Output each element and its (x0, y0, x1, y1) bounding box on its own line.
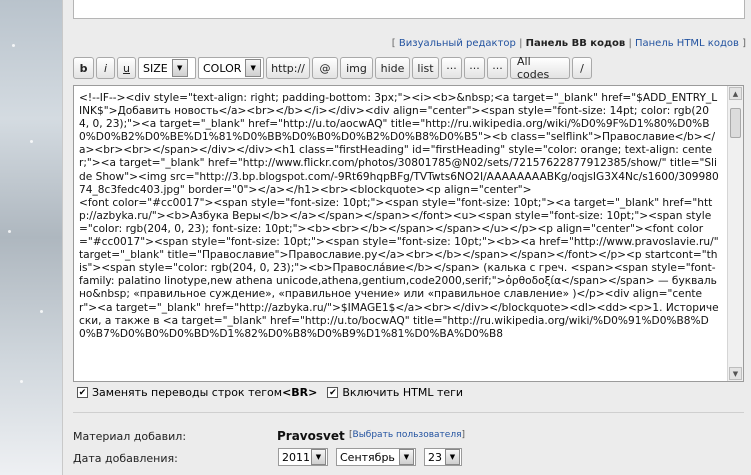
author-name: Pravosvet (277, 429, 345, 443)
enable-html-checkbox[interactable]: ✔ (327, 387, 339, 398)
chevron-down-icon: ▼ (445, 449, 460, 465)
section-divider (73, 412, 744, 413)
snowflake-decoration (40, 310, 43, 313)
replace-newlines-label: Заменять переводы строк тегом (92, 386, 283, 399)
year-select[interactable]: 2011 ▼ (278, 448, 328, 466)
list-button[interactable]: list (412, 57, 439, 79)
scroll-thumb[interactable] (730, 108, 741, 138)
day-select[interactable]: 23 ▼ (424, 448, 462, 466)
editor-mode-links: [ Визуальный редактор | Панель BB кодов … (391, 38, 746, 49)
snowflake-decoration (8, 230, 11, 233)
html-codes-link[interactable]: Панель HTML кодов (635, 38, 739, 49)
italic-button[interactable]: i (96, 57, 115, 79)
snowflake-decoration (30, 140, 33, 143)
scroll-down-icon[interactable]: ▼ (729, 367, 742, 380)
options-row: ✔ Заменять переводы строк тегом <BR> ✔ В… (77, 386, 473, 399)
chevron-down-icon: ▼ (399, 449, 414, 465)
enable-html-option[interactable]: ✔ Включить HTML теги (327, 386, 463, 399)
underline-button[interactable]: u (117, 57, 136, 79)
bold-button[interactable]: b (73, 57, 94, 79)
email-button[interactable]: @ (312, 57, 338, 79)
chevron-down-icon: ▼ (171, 59, 188, 77)
more-button-2[interactable]: ··· (464, 57, 485, 79)
more-button-1[interactable]: ··· (441, 57, 462, 79)
snowflake-decoration (20, 380, 23, 383)
background-strip (0, 0, 62, 475)
br-tag-label: <BR> (282, 386, 318, 399)
date-label: Дата добавления: (73, 452, 178, 465)
enable-html-label: Включить HTML теги (342, 386, 464, 399)
size-select-label: SIZE (143, 61, 168, 75)
choose-user-label: Выбрать пользователя (352, 430, 462, 440)
bb-toolbar: b i u SIZE ▼ COLOR ▼ http:// @ img hide … (73, 55, 592, 81)
day-value: 23 (428, 450, 442, 464)
chevron-down-icon: ▼ (311, 449, 326, 465)
choose-user-link[interactable]: [Выбрать пользователя] (349, 430, 465, 440)
size-select[interactable]: SIZE ▼ (138, 57, 196, 79)
scroll-up-icon[interactable]: ▲ (729, 87, 742, 100)
editor-panel: [ Визуальный редактор | Панель BB кодов … (62, 0, 751, 475)
code-editor-textarea[interactable]: <!--IF--><div style="text-align: right; … (73, 85, 744, 382)
all-codes-button[interactable]: All codes (510, 55, 570, 81)
color-select[interactable]: COLOR ▼ (198, 57, 264, 79)
bb-codes-link[interactable]: Панель BB кодов (526, 38, 626, 49)
more-button-3[interactable]: ··· (487, 57, 508, 79)
author-label: Материал добавил: (73, 430, 187, 443)
hide-button[interactable]: hide (375, 57, 410, 79)
editor-content: <!--IF--><div style="text-align: right; … (79, 92, 719, 340)
replace-newlines-option[interactable]: ✔ Заменять переводы строк тегом <BR> (77, 386, 317, 399)
title-input-box[interactable] (73, 0, 745, 19)
color-select-label: COLOR (203, 61, 242, 75)
year-value: 2011 (282, 450, 310, 464)
visual-editor-link[interactable]: Визуальный редактор (399, 38, 516, 49)
chevron-down-icon: ▼ (245, 59, 261, 77)
month-select[interactable]: Сентябрь ▼ (336, 448, 416, 466)
editor-scrollbar[interactable]: ▲ ▼ (727, 86, 743, 381)
month-value: Сентябрь (340, 450, 395, 464)
link-button[interactable]: http:// (266, 57, 310, 79)
snowflake-decoration (12, 44, 15, 47)
image-button[interactable]: img (340, 57, 373, 79)
replace-newlines-checkbox[interactable]: ✔ (77, 387, 88, 398)
close-tag-button[interactable]: / (572, 57, 592, 79)
